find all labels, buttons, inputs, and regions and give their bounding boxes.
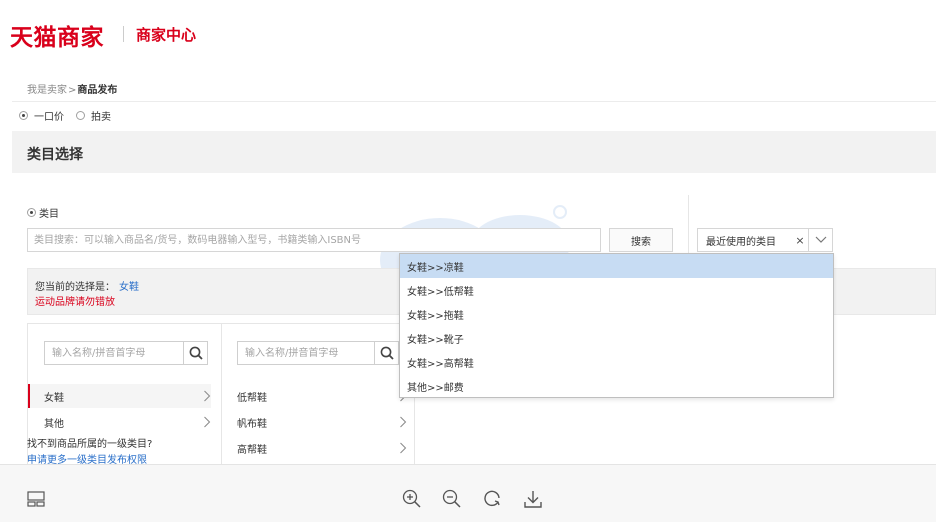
search-icon[interactable] — [183, 342, 207, 364]
fixed-price-label: 一口价 — [34, 112, 64, 123]
level1-search — [44, 341, 208, 365]
chevron-right-icon — [204, 390, 211, 402]
recent-category-label: 最近使用的类目 — [706, 236, 776, 248]
dropdown-item[interactable]: 女鞋>>高帮鞋 — [400, 350, 833, 374]
search-button[interactable]: 搜索 — [609, 228, 673, 252]
breadcrumb-current: 商品发布 — [77, 85, 118, 96]
chevron-right-icon — [400, 442, 407, 454]
breadcrumb-root-link[interactable]: 我是卖家 — [27, 85, 67, 96]
level2-search-input[interactable] — [238, 342, 374, 364]
sale-type-options: 一口价 拍卖 — [19, 108, 123, 123]
list-item-label: 其他 — [44, 418, 64, 430]
chevron-down-icon[interactable] — [808, 229, 832, 251]
chevron-right-icon — [400, 416, 407, 428]
zoom-in-icon[interactable] — [402, 489, 422, 509]
dropdown-item[interactable]: 其他>>邮费 — [400, 374, 833, 398]
viewer-toolbar — [0, 464, 936, 522]
download-icon[interactable] — [523, 489, 543, 509]
fixed-price-radio[interactable] — [19, 111, 28, 120]
current-selection-prefix: 您当前的选择是： — [35, 282, 115, 293]
list-item-label: 高帮鞋 — [237, 444, 267, 456]
current-selection-value[interactable]: 女鞋 — [119, 282, 139, 293]
tmall-logo[interactable]: 天猫商家 — [10, 18, 104, 52]
search-icon[interactable] — [374, 342, 398, 364]
sale-type-fixed-price[interactable]: 一口价 — [19, 108, 64, 123]
dropdown-item[interactable]: 女鞋>>凉鞋 — [400, 254, 833, 278]
auction-radio[interactable] — [76, 111, 85, 120]
zoom-out-icon[interactable] — [442, 489, 462, 509]
level2-item-canvas[interactable]: 帆布鞋 — [237, 410, 407, 434]
sale-type-auction[interactable]: 拍卖 — [76, 108, 111, 123]
auction-label: 拍卖 — [91, 112, 111, 123]
category-radio[interactable] — [27, 208, 36, 217]
category-radio-option[interactable]: 类目 — [27, 205, 59, 220]
logo-divider — [123, 26, 124, 42]
level2-item-low-top[interactable]: 低帮鞋 — [237, 384, 407, 408]
dropdown-item[interactable]: 女鞋>>拖鞋 — [400, 302, 833, 326]
chevron-right-icon — [204, 416, 211, 428]
dropdown-item[interactable]: 女鞋>>低帮鞋 — [400, 278, 833, 302]
level2-search — [237, 341, 399, 365]
recent-category-dropdown: 女鞋>>凉鞋 女鞋>>低帮鞋 女鞋>>拖鞋 女鞋>>靴子 女鞋>>高帮鞋 其他>… — [399, 253, 834, 398]
breadcrumb-separator: > — [68, 85, 77, 96]
breadcrumb: 我是卖家>商品发布 — [27, 81, 117, 96]
category-section-header: 类目选择 — [12, 131, 936, 173]
list-item-label: 帆布鞋 — [237, 418, 267, 430]
current-selection: 您当前的选择是： 女鞋 — [35, 278, 139, 293]
recent-category-select[interactable]: 最近使用的类目 × — [697, 228, 833, 252]
level1-item-women-shoes[interactable]: 女鞋 — [28, 384, 211, 408]
header-divider — [12, 101, 936, 102]
category-search-input[interactable] — [27, 228, 601, 252]
brand-warning: 运动品牌请勿错放 — [35, 297, 115, 308]
rotate-icon[interactable] — [483, 489, 503, 509]
clear-icon[interactable]: × — [792, 234, 808, 247]
category-column-level2: 低帮鞋 帆布鞋 高帮鞋 — [222, 324, 415, 469]
list-item-label: 女鞋 — [44, 392, 64, 404]
level2-item-high-top[interactable]: 高帮鞋 — [237, 436, 407, 460]
level1-search-input[interactable] — [45, 342, 183, 364]
list-item-label: 低帮鞋 — [237, 392, 267, 404]
category-radio-label: 类目 — [39, 209, 59, 220]
layout-icon[interactable] — [26, 489, 46, 509]
merchant-center-title[interactable]: 商家中心 — [136, 24, 196, 45]
level1-item-other[interactable]: 其他 — [28, 410, 211, 434]
section-title: 类目选择 — [27, 147, 83, 163]
dropdown-item[interactable]: 女鞋>>靴子 — [400, 326, 833, 350]
not-found-text: 找不到商品所属的一级类目? — [27, 439, 153, 450]
